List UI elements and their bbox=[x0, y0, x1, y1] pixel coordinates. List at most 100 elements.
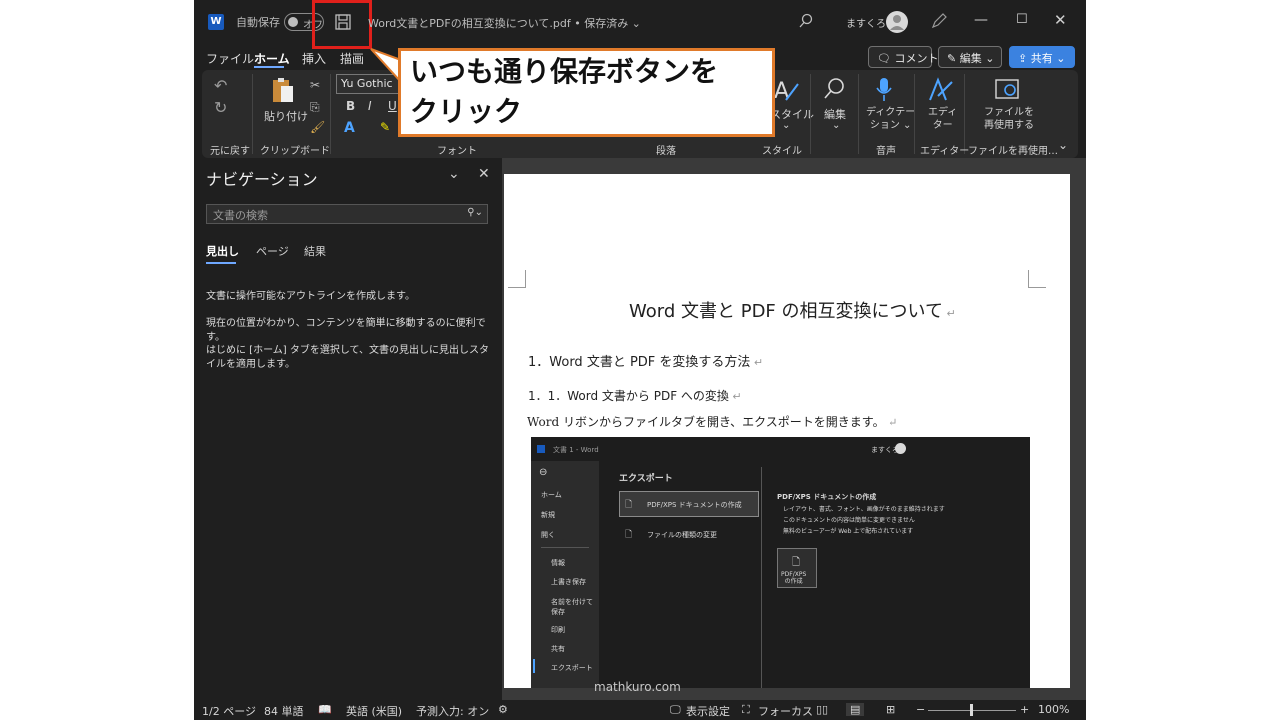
save-highlight-box bbox=[312, 0, 372, 49]
cut-icon[interactable]: ✂ bbox=[310, 78, 320, 92]
zoom-slider-thumb[interactable] bbox=[970, 704, 973, 716]
italic-button[interactable]: I bbox=[368, 99, 372, 113]
embedded-option-1: PDF/XPS ドキュメントの作成 bbox=[647, 501, 742, 509]
embedded-word-logo bbox=[537, 445, 545, 453]
tab-file[interactable]: ファイル bbox=[206, 50, 254, 67]
word-count[interactable]: 84 単語 bbox=[264, 703, 304, 719]
person-icon bbox=[890, 15, 904, 30]
nav-help-text: 現在の位置がわかり、コンテンツを簡単に移動するのに便利です。 bbox=[206, 318, 486, 343]
style-chevron-icon[interactable]: ⌄ bbox=[782, 120, 790, 131]
nav-tab-headings[interactable]: 見出し bbox=[206, 243, 239, 259]
document-heading-text: Word 文書と PDF の相互変換について bbox=[629, 301, 943, 322]
nav-options-chevron-icon[interactable]: ⌄ bbox=[448, 166, 460, 182]
paragraph-mark: ↵ bbox=[728, 390, 742, 403]
embedded-sidebar-item: 情報 bbox=[551, 559, 565, 567]
highlight-icon[interactable]: ✎ bbox=[380, 120, 390, 134]
read-mode-icon[interactable]: ▯▯ bbox=[816, 703, 828, 716]
text-effect-icon[interactable]: A bbox=[344, 120, 355, 136]
embedded-option-2: ファイルの種類の変更 bbox=[647, 531, 717, 539]
embedded-bullet: レイアウト、書式、フォント、画像がそのまま維持されます bbox=[783, 506, 945, 513]
paste-label[interactable]: 貼り付け bbox=[264, 108, 308, 124]
embedded-divider bbox=[541, 547, 589, 548]
embedded-pdf-icon: 🗋 bbox=[625, 500, 633, 510]
format-painter-icon[interactable]: 🖌 bbox=[310, 120, 325, 134]
zoom-out-button[interactable]: − bbox=[916, 703, 925, 716]
nav-tab-results[interactable]: 結果 bbox=[304, 243, 326, 259]
close-button[interactable]: ✕ bbox=[1054, 11, 1067, 29]
language-indicator[interactable]: 英語 (米国) bbox=[346, 703, 402, 719]
edit-mode-button[interactable]: ✎ 編集 ⌄ bbox=[938, 46, 1002, 68]
maximize-button[interactable]: ☐ bbox=[1016, 12, 1028, 27]
group-paragraph: 段落 bbox=[656, 146, 676, 157]
embedded-sidebar-item: 上書き保存 bbox=[551, 578, 586, 586]
embedded-title: 文書 1 - Word bbox=[553, 446, 599, 454]
tab-insert[interactable]: 挿入 bbox=[302, 50, 326, 67]
print-layout-icon[interactable]: ▤ bbox=[846, 703, 865, 716]
style-label[interactable]: スタイル bbox=[770, 106, 814, 122]
zoom-in-button[interactable]: + bbox=[1020, 703, 1029, 716]
group-font: フォント bbox=[437, 146, 477, 157]
heading-2-text: 1．1．Word 文書から PDF への変換 bbox=[528, 389, 729, 403]
ribbon-divider bbox=[252, 74, 253, 154]
underline-button[interactable]: U bbox=[388, 99, 397, 113]
avatar[interactable] bbox=[886, 11, 908, 33]
paragraph-mark: ↵ bbox=[942, 307, 956, 320]
nav-search-icon[interactable]: ⚲⌄ bbox=[467, 207, 483, 218]
heading-level-2: 1．1．Word 文書から PDF への変換 ↵ bbox=[528, 387, 742, 404]
predict-indicator[interactable]: 予測入力: オン bbox=[416, 703, 489, 719]
paste-icon[interactable] bbox=[270, 76, 296, 104]
tab-home[interactable]: ホーム bbox=[254, 50, 290, 67]
display-settings-icon[interactable]: 🖵 bbox=[670, 703, 681, 717]
editor-icon[interactable] bbox=[926, 76, 954, 104]
bold-button[interactable]: B bbox=[346, 99, 355, 113]
focus-mode[interactable]: フォーカス bbox=[758, 703, 813, 719]
ribbon-divider bbox=[330, 74, 331, 154]
nav-help-text: 文書に操作可能なアウトラインを作成します。 bbox=[206, 291, 415, 302]
heading-1-text: 1．Word 文書と PDF を変換する方法 bbox=[528, 355, 751, 370]
minimize-button[interactable]: — bbox=[974, 12, 988, 28]
pen-icon[interactable] bbox=[930, 12, 948, 30]
find-icon[interactable] bbox=[822, 76, 848, 102]
copy-icon[interactable]: ⎘ bbox=[310, 100, 320, 115]
embedded-sidebar-item: ホーム bbox=[541, 491, 562, 499]
pencil-icon: ✎ bbox=[947, 52, 957, 65]
display-settings[interactable]: 表示設定 bbox=[686, 703, 730, 719]
search-icon[interactable] bbox=[798, 13, 814, 29]
zoom-level[interactable]: 100% bbox=[1038, 703, 1069, 716]
redo-icon[interactable]: ↻ bbox=[214, 98, 227, 117]
embedded-heading: エクスポート bbox=[619, 474, 673, 484]
tab-draw[interactable]: 描画 bbox=[340, 50, 364, 67]
edit-chevron-icon[interactable]: ⌄ bbox=[832, 120, 840, 131]
style-icon[interactable]: A bbox=[772, 76, 802, 104]
group-reuse: ファイルを再使用… bbox=[968, 146, 1058, 157]
group-editor: エディター bbox=[920, 146, 970, 157]
embedded-detail-title: PDF/XPS ドキュメントの作成 bbox=[777, 493, 877, 501]
nav-search-input[interactable]: 文書の検索 ⚲⌄ bbox=[206, 204, 488, 224]
word-logo: W bbox=[208, 14, 224, 30]
editor-label[interactable]: エディ ター bbox=[928, 106, 957, 132]
tab-home-underline bbox=[254, 66, 284, 68]
paragraph-mark: ↵ bbox=[750, 356, 764, 369]
embedded-sidebar-item: 名前を付けて保存 bbox=[551, 598, 593, 616]
web-layout-icon[interactable]: ⊞ bbox=[886, 703, 895, 716]
share-icon: ⇪ bbox=[1018, 52, 1028, 65]
focus-icon[interactable]: ⛶ bbox=[742, 703, 750, 717]
document-title[interactable]: Word文書とPDFの相互変換について.pdf • 保存済み ⌄ bbox=[368, 15, 641, 31]
accessibility-icon[interactable]: ⚙ bbox=[498, 703, 508, 716]
dictate-label[interactable]: ディクテー ション ⌄ bbox=[866, 106, 915, 132]
microphone-icon[interactable] bbox=[874, 76, 894, 104]
undo-icon[interactable]: ↶ bbox=[214, 76, 227, 95]
share-button[interactable]: ⇪ 共有 ⌄ bbox=[1009, 46, 1075, 68]
reuse-label[interactable]: ファイルを 再使用する bbox=[984, 106, 1034, 132]
nav-title: ナビゲーション bbox=[206, 170, 318, 189]
ribbon-collapse-icon[interactable]: ⌄ bbox=[1058, 138, 1068, 152]
ribbon-divider bbox=[810, 74, 811, 154]
comment-button[interactable]: 🗨 コメント bbox=[868, 46, 938, 68]
paragraph-mark: ↵ bbox=[884, 416, 898, 429]
proofing-icon[interactable]: 📖 bbox=[318, 703, 332, 716]
nav-tab-pages[interactable]: ページ bbox=[256, 243, 289, 259]
watermark: mathkuro.com bbox=[594, 680, 681, 694]
page-indicator[interactable]: 1/2 ページ bbox=[202, 703, 256, 719]
reuse-file-icon[interactable] bbox=[994, 78, 1022, 102]
nav-close-icon[interactable]: ✕ bbox=[478, 166, 490, 182]
